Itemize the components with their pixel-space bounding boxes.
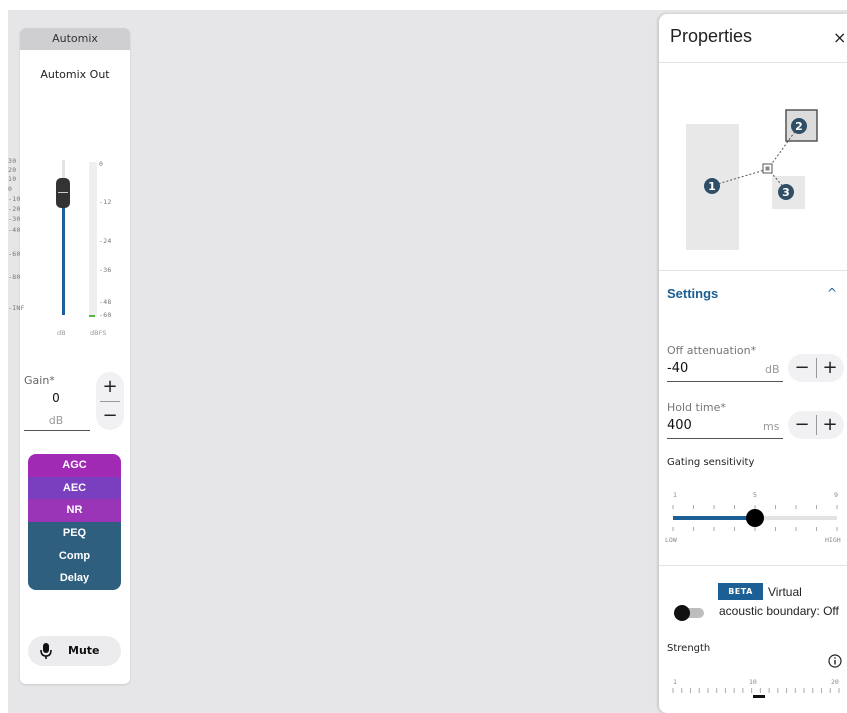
strength-thumb[interactable] <box>753 695 765 698</box>
off-attenuation-increase-button[interactable]: + <box>816 354 844 382</box>
dsp-block-delay[interactable]: Delay <box>28 567 121 590</box>
db-scale-m40: -40 <box>8 226 21 234</box>
dbfs-scale-12: -12 <box>99 198 112 206</box>
strength-tick-10: 10 <box>749 678 757 686</box>
strip-title: Automix <box>20 28 130 50</box>
db-scale-m20: -20 <box>8 205 21 213</box>
hold-time-underline <box>667 438 783 439</box>
hold-time-stepper: − + <box>788 411 844 439</box>
dsp-block-stack: AGC AEC NR PEQ Comp Delay <box>28 454 121 590</box>
mute-label: Mute <box>68 644 100 657</box>
strength-label: Strength <box>667 643 711 654</box>
fader-handle[interactable] <box>56 178 70 208</box>
db-scale-inf: -INF <box>8 304 25 312</box>
coverage-diagram <box>686 109 818 250</box>
dsp-block-agc[interactable]: AGC <box>28 454 121 477</box>
meter-signal <box>89 315 95 317</box>
dbfs-scale-60: -60 <box>99 311 112 319</box>
dbfs-scale-24: -24 <box>99 237 112 245</box>
gain-input[interactable]: 0 <box>36 391 76 405</box>
close-icon[interactable]: × <box>833 28 846 47</box>
off-attenuation-decrease-button[interactable]: − <box>788 354 816 382</box>
strip-label: Automix Out <box>40 68 110 81</box>
dbfs-scale-36: -36 <box>99 266 112 274</box>
dbfs-scale-48: -48 <box>99 298 112 306</box>
off-attenuation-stepper: − + <box>788 354 844 382</box>
dsp-block-nr[interactable]: NR <box>28 499 121 522</box>
db-scale-20: 20 <box>8 166 17 174</box>
vab-label-line2: acoustic boundary: Off <box>719 604 839 618</box>
beta-badge: BETA <box>718 583 763 600</box>
slider-thumb[interactable] <box>746 509 764 527</box>
strength-slider[interactable] <box>659 686 847 700</box>
hold-time-decrease-button[interactable]: − <box>788 411 816 439</box>
gating-sensitivity-label: Gating sensitivity <box>667 457 755 468</box>
db-scale-m80: -80 <box>8 273 21 281</box>
off-attenuation-underline <box>667 381 783 382</box>
db-scale-m30: -30 <box>8 215 21 223</box>
properties-panel: Properties × 1 2 3 Settings ^ Off attenu… <box>659 14 847 713</box>
level-meter <box>89 162 97 317</box>
microphone-icon <box>40 643 52 659</box>
hold-time-input[interactable]: 400 <box>667 418 692 433</box>
off-attenuation-input[interactable]: -40 <box>667 361 688 376</box>
chevron-up-icon[interactable]: ^ <box>827 286 837 300</box>
db-scale-m10: -10 <box>8 195 21 203</box>
off-attenuation-unit: dB <box>765 363 780 376</box>
header-divider <box>659 62 847 63</box>
gating-low-label: LOW <box>665 536 677 544</box>
dbfs-unit-label: dBFS <box>90 329 107 337</box>
off-attenuation-label: Off attenuation* <box>667 344 757 357</box>
dbfs-scale-0: 0 <box>99 160 104 168</box>
db-scale-30: 30 <box>8 157 17 165</box>
mute-button[interactable]: Mute <box>28 636 121 666</box>
info-icon[interactable] <box>828 654 842 668</box>
db-scale-0: 0 <box>8 185 13 193</box>
gain-decrease-button[interactable]: − <box>96 401 124 430</box>
db-scale-10: 10 <box>8 175 17 183</box>
gating-high-label: HIGH <box>825 536 841 544</box>
vab-toggle[interactable] <box>674 605 704 621</box>
gating-tick-1: 1 <box>673 491 677 499</box>
vab-label-line1: Virtual <box>768 585 802 599</box>
gating-sensitivity-slider[interactable] <box>659 499 847 539</box>
settings-divider <box>659 565 847 566</box>
dsp-block-aec[interactable]: AEC <box>28 476 121 500</box>
diagram-badge-2: 2 <box>795 120 803 133</box>
gain-label: Gain* <box>24 374 55 387</box>
hold-time-unit: ms <box>763 420 780 433</box>
db-scale-m60: -60 <box>8 250 21 258</box>
gain-underline <box>24 430 90 431</box>
diagram-badge-1: 1 <box>708 180 716 193</box>
strength-tick-20: 20 <box>831 678 839 686</box>
dsp-block-peq[interactable]: PEQ <box>28 521 121 545</box>
diagram-divider <box>659 270 847 271</box>
toggle-thumb <box>674 605 690 621</box>
strength-tick-1: 1 <box>673 678 677 686</box>
gating-tick-5: 5 <box>753 491 757 499</box>
fader-fill <box>62 190 65 315</box>
settings-heading[interactable]: Settings <box>667 286 718 301</box>
db-unit-label: dB <box>57 329 66 337</box>
gain-stepper: + − <box>96 372 124 430</box>
hold-time-label: Hold time* <box>667 401 726 414</box>
gating-tick-9: 9 <box>834 491 838 499</box>
dsp-block-comp[interactable]: Comp <box>28 544 121 568</box>
panel-title: Properties <box>670 26 753 46</box>
gain-unit: dB <box>48 414 64 427</box>
gain-increase-button[interactable]: + <box>96 372 124 401</box>
diagram-badge-3: 3 <box>782 186 790 199</box>
hold-time-increase-button[interactable]: + <box>816 411 844 439</box>
